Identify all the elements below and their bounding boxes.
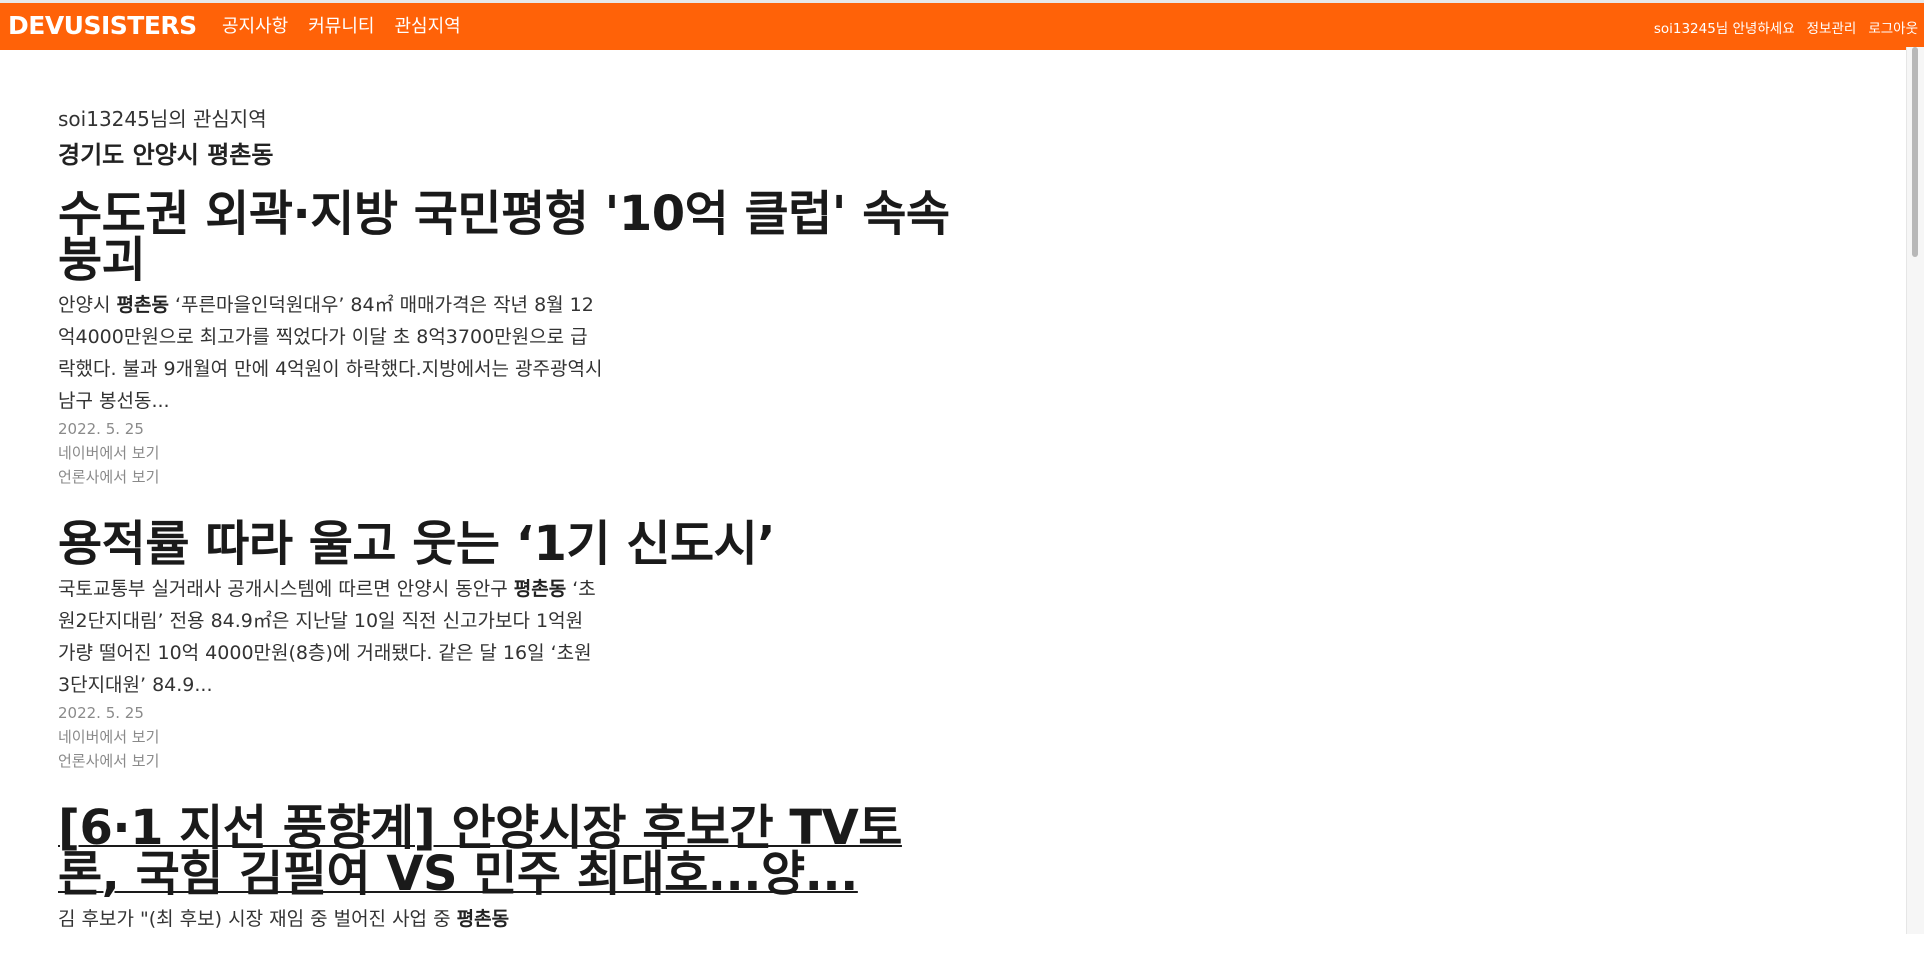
article-title[interactable]: 용적률 따라 울고 웃는 ‘1기 신도시’ bbox=[58, 520, 963, 568]
nav-item-notice[interactable]: 공지사항 bbox=[222, 12, 288, 38]
news-article: 수도권 외곽·지방 국민평형 '10억 클럽' 속속 붕괴 안양시 평촌동 ‘푸… bbox=[58, 190, 958, 489]
view-on-naver-link[interactable]: 네이버에서 보기 bbox=[58, 441, 958, 465]
article-summary: 안양시 평촌동 ‘푸른마을인덕원대우’ 84㎡ 매매가격은 작년 8월 12억4… bbox=[58, 289, 603, 417]
summary-text: 안양시 bbox=[58, 294, 117, 316]
view-on-press-link[interactable]: 언론사에서 보기 bbox=[58, 465, 958, 489]
summary-keyword: 평촌동 bbox=[116, 294, 169, 316]
logo[interactable]: DEVUSISTERS bbox=[8, 11, 197, 40]
summary-keyword: 평촌동 bbox=[513, 578, 567, 600]
page-scrollbar[interactable] bbox=[1906, 47, 1924, 934]
view-on-press-link[interactable]: 언론사에서 보기 bbox=[58, 749, 958, 773]
article-date: 2022. 5. 25 bbox=[58, 704, 144, 722]
top-navbar: DEVUSISTERS 공지사항 커뮤니티 관심지역 soi13245님 안녕하… bbox=[0, 0, 1924, 50]
article-summary: 김 후보가 "(최 후보) 시장 재임 중 벌어진 사업 중 평촌동 bbox=[58, 903, 603, 935]
article-title[interactable]: [6·1 지선 풍향계] 안양시장 후보간 TV토론, 국힘 김필여 VS 민주… bbox=[58, 804, 963, 898]
summary-text: 김 후보가 "(최 후보) 시장 재임 중 벌어진 사업 중 bbox=[58, 908, 457, 930]
article-title[interactable]: 수도권 외곽·지방 국민평형 '10억 클럽' 속속 붕괴 bbox=[58, 190, 963, 284]
summary-text: 국토교통부 실거래사 공개시스템에 따르면 안양시 동안구 bbox=[58, 578, 514, 600]
nav-item-community[interactable]: 커뮤니티 bbox=[308, 12, 374, 38]
logout-link[interactable]: 로그아웃 bbox=[1868, 17, 1918, 37]
article-summary: 국토교통부 실거래사 공개시스템에 따르면 안양시 동안구 평촌동 ‘초원2단지… bbox=[58, 573, 603, 701]
user-greeting: soi13245님 안녕하세요 bbox=[1653, 21, 1795, 37]
summary-keyword: 평촌동 bbox=[456, 908, 510, 930]
view-on-naver-link[interactable]: 네이버에서 보기 bbox=[58, 725, 958, 749]
main-content: soi13245님의 관심지역 경기도 안양시 평촌동 수도권 외곽·지방 국민… bbox=[58, 105, 958, 967]
nav-item-interest-region[interactable]: 관심지역 bbox=[395, 12, 461, 38]
interest-region-caption: soi13245님의 관심지역 bbox=[58, 107, 267, 131]
news-article: 용적률 따라 울고 웃는 ‘1기 신도시’ 국토교통부 실거래사 공개시스템에 … bbox=[58, 520, 958, 773]
interest-region-name: 경기도 안양시 평촌동 bbox=[58, 141, 274, 169]
nav-menu: 공지사항 커뮤니티 관심지역 bbox=[222, 12, 461, 38]
user-menu: soi13245님 안녕하세요 정보관리 로그아웃 bbox=[1654, 17, 1918, 37]
article-date: 2022. 5. 25 bbox=[58, 420, 144, 438]
scrollbar-thumb[interactable] bbox=[1912, 47, 1918, 257]
account-settings-link[interactable]: 정보관리 bbox=[1807, 17, 1857, 37]
news-article: [6·1 지선 풍향계] 안양시장 후보간 TV토론, 국힘 김필여 VS 민주… bbox=[58, 804, 958, 935]
